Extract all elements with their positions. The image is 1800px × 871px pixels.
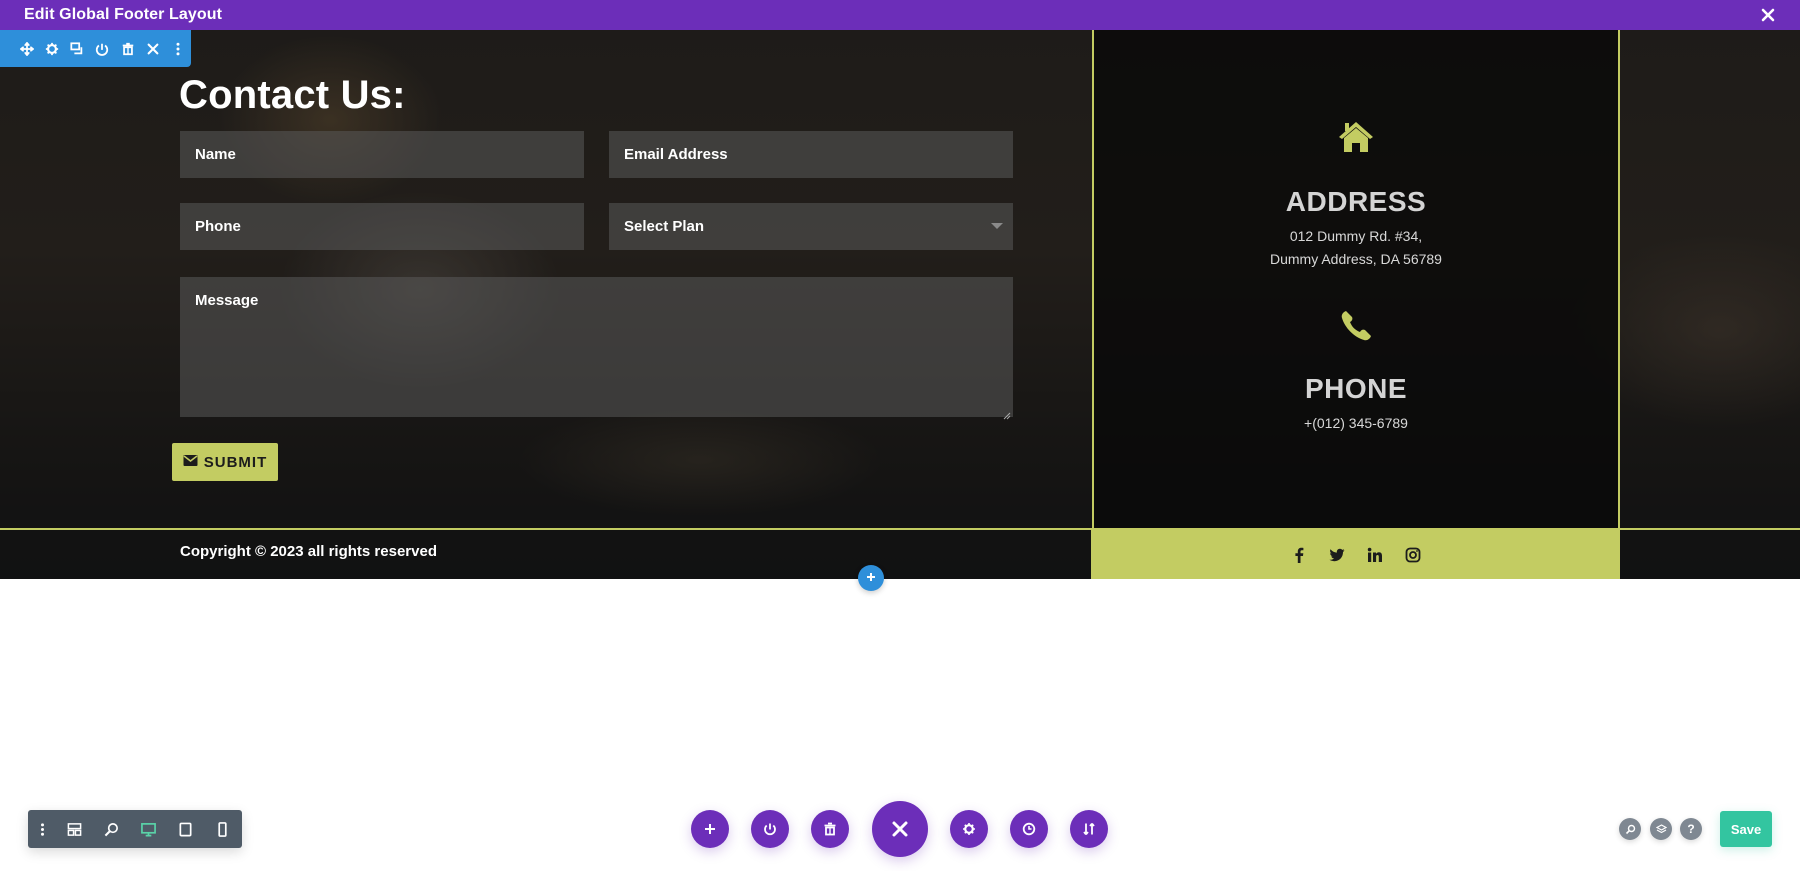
- close-icon: [892, 821, 908, 837]
- twitter-icon[interactable]: [1327, 545, 1346, 564]
- disable-button[interactable]: [751, 810, 789, 848]
- linkedin-icon[interactable]: [1365, 545, 1384, 564]
- exit-button[interactable]: [872, 801, 928, 857]
- trash-icon: [824, 822, 836, 836]
- settings-button[interactable]: [950, 810, 988, 848]
- submit-button[interactable]: SUBMIT: [172, 443, 278, 481]
- power-icon: [764, 823, 776, 836]
- address-line-1: 012 Dummy Rd. #34,: [1289, 228, 1423, 244]
- select-plan-value: Select Plan: [624, 218, 705, 235]
- row-toolbar: [0, 30, 191, 67]
- message-textarea[interactable]: Message: [180, 277, 1013, 420]
- editor-title-bar: Edit Global Footer Layout: [0, 0, 1800, 30]
- chevron-down-icon: [991, 223, 1003, 229]
- phone-view-icon[interactable]: [204, 810, 241, 848]
- message-placeholder: Message: [195, 292, 259, 309]
- phone-icon: [1338, 308, 1374, 349]
- trash-icon[interactable]: [115, 39, 140, 59]
- portability-button[interactable]: [1070, 810, 1108, 848]
- help-icon[interactable]: ?: [1680, 818, 1702, 840]
- submit-label: SUBMIT: [203, 453, 268, 471]
- history-button[interactable]: [1010, 810, 1048, 848]
- layers-icon[interactable]: [1650, 818, 1672, 840]
- email-placeholder: Email Address: [624, 146, 728, 163]
- add-button[interactable]: [691, 810, 729, 848]
- instagram-icon[interactable]: [1403, 545, 1422, 564]
- phone-placeholder: Phone: [195, 218, 241, 235]
- envelope-icon: [183, 454, 198, 471]
- contact-title: Contact Us:: [179, 73, 406, 117]
- more-vertical-icon[interactable]: [28, 810, 56, 848]
- save-button[interactable]: Save: [1720, 811, 1772, 847]
- select-plan-dropdown[interactable]: Select Plan: [609, 203, 1013, 250]
- email-field[interactable]: Email Address: [609, 131, 1013, 178]
- phone-number: +(012) 345-6789: [1304, 415, 1408, 431]
- delete-button[interactable]: [811, 810, 849, 848]
- move-icon[interactable]: [14, 39, 39, 59]
- facebook-icon[interactable]: [1289, 545, 1308, 564]
- copyright-text: Copyright © 2023 all rights reserved: [180, 543, 437, 560]
- phone-heading: PHONE: [1304, 373, 1408, 404]
- duplicate-icon[interactable]: [65, 39, 90, 59]
- plus-icon: [866, 569, 876, 587]
- add-row-button[interactable]: [858, 565, 884, 591]
- tablet-icon[interactable]: [167, 810, 204, 848]
- editor-title: Edit Global Footer Layout: [24, 6, 223, 23]
- name-placeholder: Name: [195, 146, 236, 163]
- home-icon: [1337, 120, 1375, 159]
- add-icon: [705, 824, 715, 834]
- view-mode-toolbar: [28, 810, 242, 848]
- social-links: [1091, 530, 1620, 579]
- wireframe-icon[interactable]: [56, 810, 93, 848]
- phone-field[interactable]: Phone: [180, 203, 584, 250]
- power-icon[interactable]: [90, 39, 115, 59]
- portability-icon: [1083, 822, 1095, 836]
- address-line-2: Dummy Address, DA 56789: [1270, 251, 1442, 267]
- desktop-icon[interactable]: [130, 810, 167, 848]
- zoom-icon[interactable]: [93, 810, 130, 848]
- resize-handle-icon[interactable]: [1003, 407, 1011, 420]
- gear-icon[interactable]: [39, 39, 64, 59]
- close-icon[interactable]: [140, 39, 165, 59]
- close-icon[interactable]: [1758, 5, 1778, 25]
- name-field[interactable]: Name: [180, 131, 584, 178]
- history-icon: [1022, 822, 1036, 836]
- gear-icon: [963, 823, 975, 835]
- more-vertical-icon[interactable]: [166, 39, 191, 59]
- search-icon[interactable]: [1619, 818, 1641, 840]
- address-heading: ADDRESS: [1285, 186, 1427, 217]
- contact-info-box: ADDRESS 012 Dummy Rd. #34, Dummy Address…: [1092, 30, 1620, 529]
